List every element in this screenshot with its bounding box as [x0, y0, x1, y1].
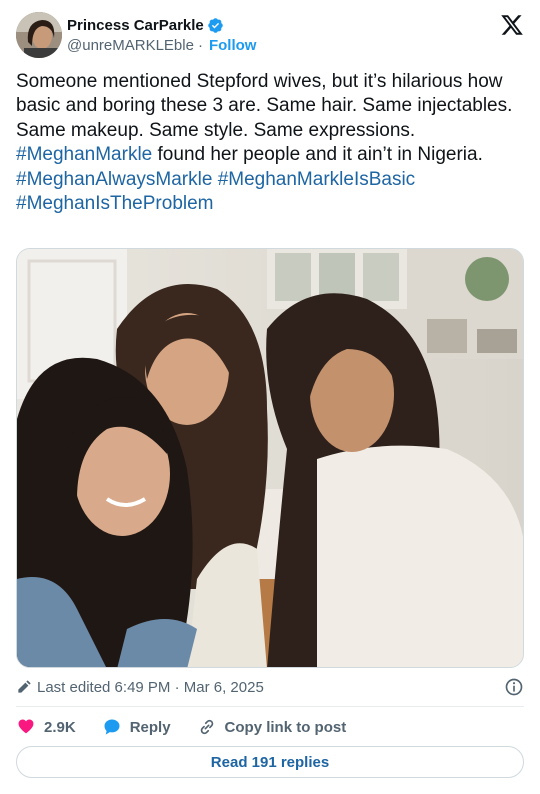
- post-text: Someone mentioned Stepford wives, but it…: [16, 70, 528, 216]
- verified-badge-icon: [208, 17, 223, 33]
- edited-timestamp[interactable]: Last edited 6:49 PM · Mar 6, 2025: [37, 679, 264, 696]
- copy-link-button[interactable]: Copy link to post: [197, 717, 347, 737]
- handle-row: @unreMARKLEble · Follow: [67, 37, 256, 54]
- x-logo-icon[interactable]: [500, 13, 524, 37]
- read-replies-button[interactable]: Read 191 replies: [16, 746, 524, 778]
- reply-button[interactable]: Reply: [102, 717, 171, 737]
- hashtag-link[interactable]: #MeghanAlwaysMarkle: [16, 169, 212, 190]
- hashtag-link[interactable]: #MeghanMarkle: [16, 144, 152, 165]
- embedded-post-card: Princess CarParkle @unreMARKLEble · Foll…: [0, 0, 540, 794]
- separator: ·: [197, 37, 203, 54]
- like-button[interactable]: 2.9K: [16, 717, 76, 737]
- reply-label: Reply: [129, 718, 171, 736]
- info-icon[interactable]: [504, 677, 524, 697]
- reply-bubble-icon: [104, 719, 120, 735]
- name-row: Princess CarParkle: [67, 15, 224, 35]
- link-icon: [200, 719, 213, 735]
- post-actions: 2.9K Reply Copy link to post: [16, 716, 372, 738]
- hashtag-link[interactable]: #MeghanIsTheProblem: [16, 193, 214, 214]
- pencil-icon: [18, 680, 31, 693]
- like-count: 2.9K: [44, 718, 76, 736]
- edited-meta: Last edited 6:49 PM · Mar 6, 2025: [16, 677, 524, 697]
- follow-button[interactable]: Follow: [209, 37, 257, 54]
- divider: [16, 706, 524, 707]
- post-photo[interactable]: [16, 248, 524, 668]
- hashtag-link[interactable]: #MeghanMarkleIsBasic: [218, 169, 415, 190]
- post-header: Princess CarParkle @unreMARKLEble · Foll…: [16, 12, 524, 60]
- handle[interactable]: @unreMARKLEble: [67, 37, 194, 54]
- post-text-segment: found her people and it ain’t in Nigeria…: [152, 144, 483, 166]
- heart-icon: [18, 719, 34, 734]
- copy-link-label: Copy link to post: [224, 718, 347, 736]
- post-text-segment: Someone mentioned Stepford wives, but it…: [16, 71, 513, 141]
- avatar[interactable]: [16, 12, 62, 58]
- display-name[interactable]: Princess CarParkle: [67, 17, 204, 34]
